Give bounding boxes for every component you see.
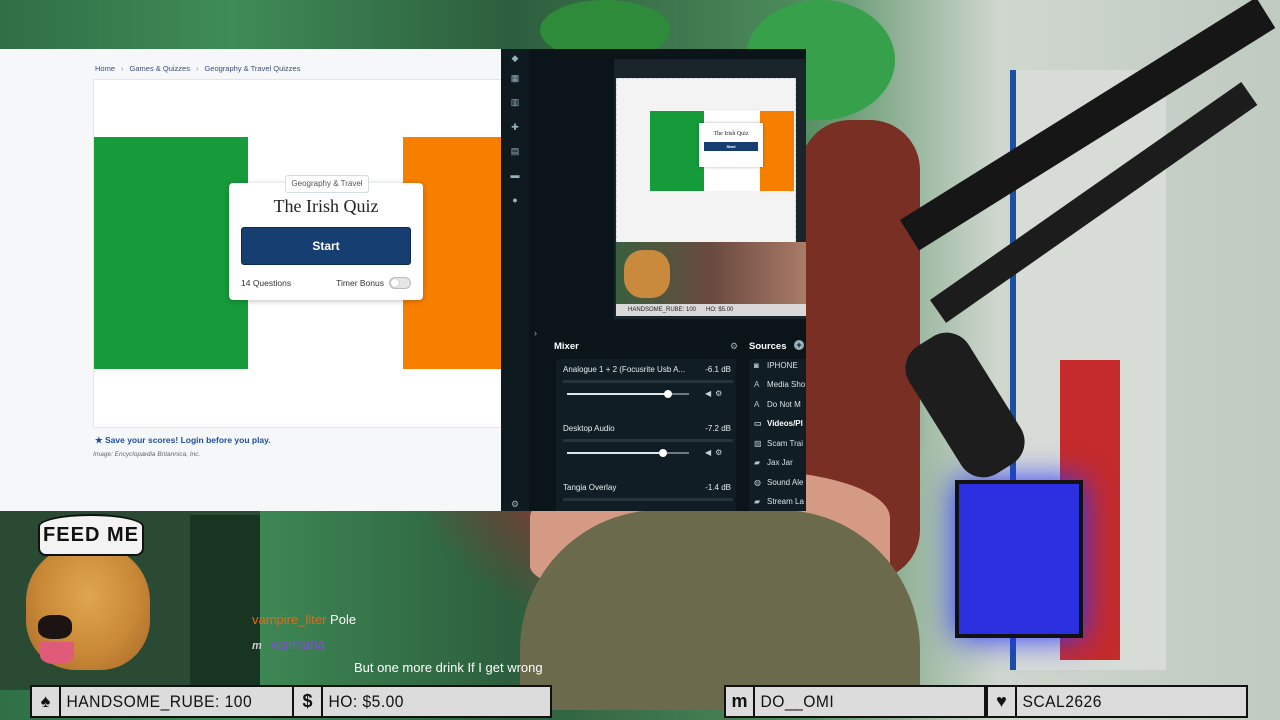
channel-db: -6.1 dB <box>705 365 731 374</box>
mute-icon[interactable]: ◀ <box>705 389 715 398</box>
spade-icon: ♠ <box>32 687 61 716</box>
account-icon[interactable]: ⚙ <box>510 499 520 509</box>
source-item[interactable]: A Media Sho <box>754 380 805 389</box>
chat-message: vampire_liter Pole <box>252 609 592 630</box>
preview-bar-left: HANDSOME_RUBE: 100 <box>628 307 697 313</box>
dashboard-icon[interactable]: ▦ <box>510 73 520 83</box>
preview-quiz-dialog: The Irish Quiz Start <box>699 123 763 167</box>
channel-name: Desktop Audio <box>563 424 615 433</box>
chevron-right-icon[interactable]: › <box>534 328 537 338</box>
quiz-start-dialog: Geography & Travel The Irish Quiz Start … <box>229 175 423 300</box>
preview-quiz-title: The Irish Quiz <box>713 131 749 137</box>
text-icon: A <box>754 380 760 389</box>
sources-title: Sources <box>749 341 787 352</box>
breadcrumb-geography-travel[interactable]: Geography & Travel Quizzes <box>204 64 300 73</box>
source-item[interactable]: ◍ Sound Ale <box>754 478 803 487</box>
streaming-app-window: ◆ ▦ ▥ ✚ ▤ ▬ ● ⚙ › The Irish Quiz Start H… <box>501 49 806 511</box>
chat-username: warmaha <box>271 637 325 652</box>
mixer-title: Mixer <box>554 341 579 352</box>
preview-webcam-source[interactable] <box>616 242 806 306</box>
moderator-badge-icon: m <box>252 640 262 652</box>
app-sidebar: ◆ ▦ ▥ ✚ ▤ ▬ ● ⚙ <box>501 49 529 511</box>
feed-me-hat: FEED ME <box>38 514 144 556</box>
recent-member-text: DO__OMI <box>760 691 835 711</box>
sources-list: ◙ IPHONE A Media Sho A Do Not M ▭ Videos/Pl … <box>749 359 806 511</box>
volume-meter <box>563 380 733 383</box>
volume-slider-handle[interactable] <box>659 449 668 457</box>
chat-message: m warmaha But one more drink If I get wr… <box>252 634 592 697</box>
heart-icon: ♥ <box>988 687 1017 716</box>
source-item[interactable]: ▰ Jax Jar <box>754 458 793 467</box>
save-scores-link[interactable]: ★ Save your scores! Login before you pla… <box>95 435 271 446</box>
timer-bonus-toggle[interactable] <box>389 277 411 289</box>
channel-db: -7.2 dB <box>705 424 731 433</box>
store-icon[interactable]: ▤ <box>510 146 520 156</box>
dog-tongue <box>40 642 74 664</box>
recent-donation-text: HO: $5.00 <box>328 691 404 711</box>
volume-meter <box>563 439 733 442</box>
preview-alert-bar: HANDSOME_RUBE: 100 HO: $5.00 <box>616 304 806 316</box>
image-credit: Image: Encyclopædia Britannica, Inc. <box>93 451 201 458</box>
breadcrumb-games-quizzes[interactable]: Games & Quizzes <box>130 64 190 73</box>
question-count: 14 Questions <box>241 278 292 288</box>
chat-text: Pole <box>330 612 357 627</box>
chat-overlay: vampire_liter Pole m warmaha But one mor… <box>252 609 592 697</box>
channel-settings-icon[interactable]: ⚙ <box>715 389 726 398</box>
dog-nose <box>38 615 72 639</box>
image-icon: ▨ <box>754 439 762 448</box>
quiz-title: The Irish Quiz <box>273 196 379 216</box>
start-button[interactable]: Start <box>241 227 411 265</box>
m-icon: m <box>726 687 755 716</box>
add-source-icon[interactable]: + <box>794 340 804 350</box>
quiz-card: Geography & Travel The Irish Quiz Start … <box>93 79 501 428</box>
recent-follower-text: SCAL2626 <box>1022 691 1102 711</box>
media-icon[interactable]: ▬ <box>510 170 520 180</box>
folder-icon: ▰ <box>754 458 761 467</box>
monitor-icon: ▭ <box>754 419 762 428</box>
mixer-settings-icon[interactable]: ⚙ <box>730 341 738 352</box>
source-item-selected[interactable]: ▭ Videos/Pl <box>754 419 803 428</box>
source-item[interactable]: ▨ Scam Trai <box>754 439 803 448</box>
channel-settings-icon[interactable]: ⚙ <box>715 448 726 457</box>
chat-username: vampire_liter <box>252 612 327 627</box>
channel-db: -1.4 dB <box>705 483 731 492</box>
folder-icon: ▰ <box>754 497 761 506</box>
timer-bonus: Timer Bonus <box>336 277 411 289</box>
recent-event-text: HANDSOME_RUBE: 100 <box>66 691 253 711</box>
volume-slider-handle[interactable] <box>664 390 673 398</box>
source-item[interactable]: ◙ IPHONE <box>754 361 798 370</box>
volume-meter <box>563 498 733 501</box>
breadcrumb-home[interactable]: Home <box>95 64 115 73</box>
channel-name: Tangia Overlay <box>563 483 617 492</box>
category-tag[interactable]: Geography & Travel <box>285 175 369 193</box>
scene-preview[interactable]: The Irish Quiz Start HANDSOME_RUBE: 100 … <box>554 59 806 319</box>
text-icon: A <box>754 400 760 409</box>
editor-icon[interactable]: ▥ <box>510 97 520 107</box>
preview-bar-right: HO: $5.00 <box>706 307 734 313</box>
blue-monitor-background <box>955 480 1083 638</box>
recent-follower-bar: ♥ SCAL2626 <box>986 685 1248 718</box>
preview-dog-image <box>624 250 670 298</box>
channel-name: Analogue 1 + 2 (Focusrite Usb A... <box>563 365 686 374</box>
source-item[interactable]: A Do Not M <box>754 400 801 409</box>
preview-browser-source[interactable]: The Irish Quiz Start <box>616 78 796 243</box>
recent-member-bar: m DO__OMI <box>724 685 986 718</box>
logo-icon[interactable]: ◆ <box>510 53 520 63</box>
browser-window: Home › Games & Quizzes › Geography & Tra… <box>0 49 501 511</box>
volume-slider[interactable] <box>567 449 689 457</box>
dollar-icon: $ <box>294 687 323 716</box>
timer-bonus-label: Timer Bonus <box>336 278 384 288</box>
source-item[interactable]: ▰ Stream La <box>754 497 804 506</box>
tools-icon[interactable]: ✚ <box>510 122 520 132</box>
preview-start-button: Start <box>704 142 758 151</box>
breadcrumb: Home › Games & Quizzes › Geography & Tra… <box>95 64 301 73</box>
volume-slider[interactable] <box>567 390 689 398</box>
audio-mixer: Analogue 1 + 2 (Focusrite Usb A... -6.1 … <box>556 359 736 511</box>
globe-icon: ◍ <box>754 478 761 487</box>
camera-icon: ◙ <box>754 361 759 370</box>
recent-donation-bar: $ HO: $5.00 <box>292 685 552 718</box>
mute-icon[interactable]: ◀ <box>705 448 715 457</box>
plant-background <box>190 515 260 685</box>
settings-icon[interactable]: ● <box>510 195 520 205</box>
